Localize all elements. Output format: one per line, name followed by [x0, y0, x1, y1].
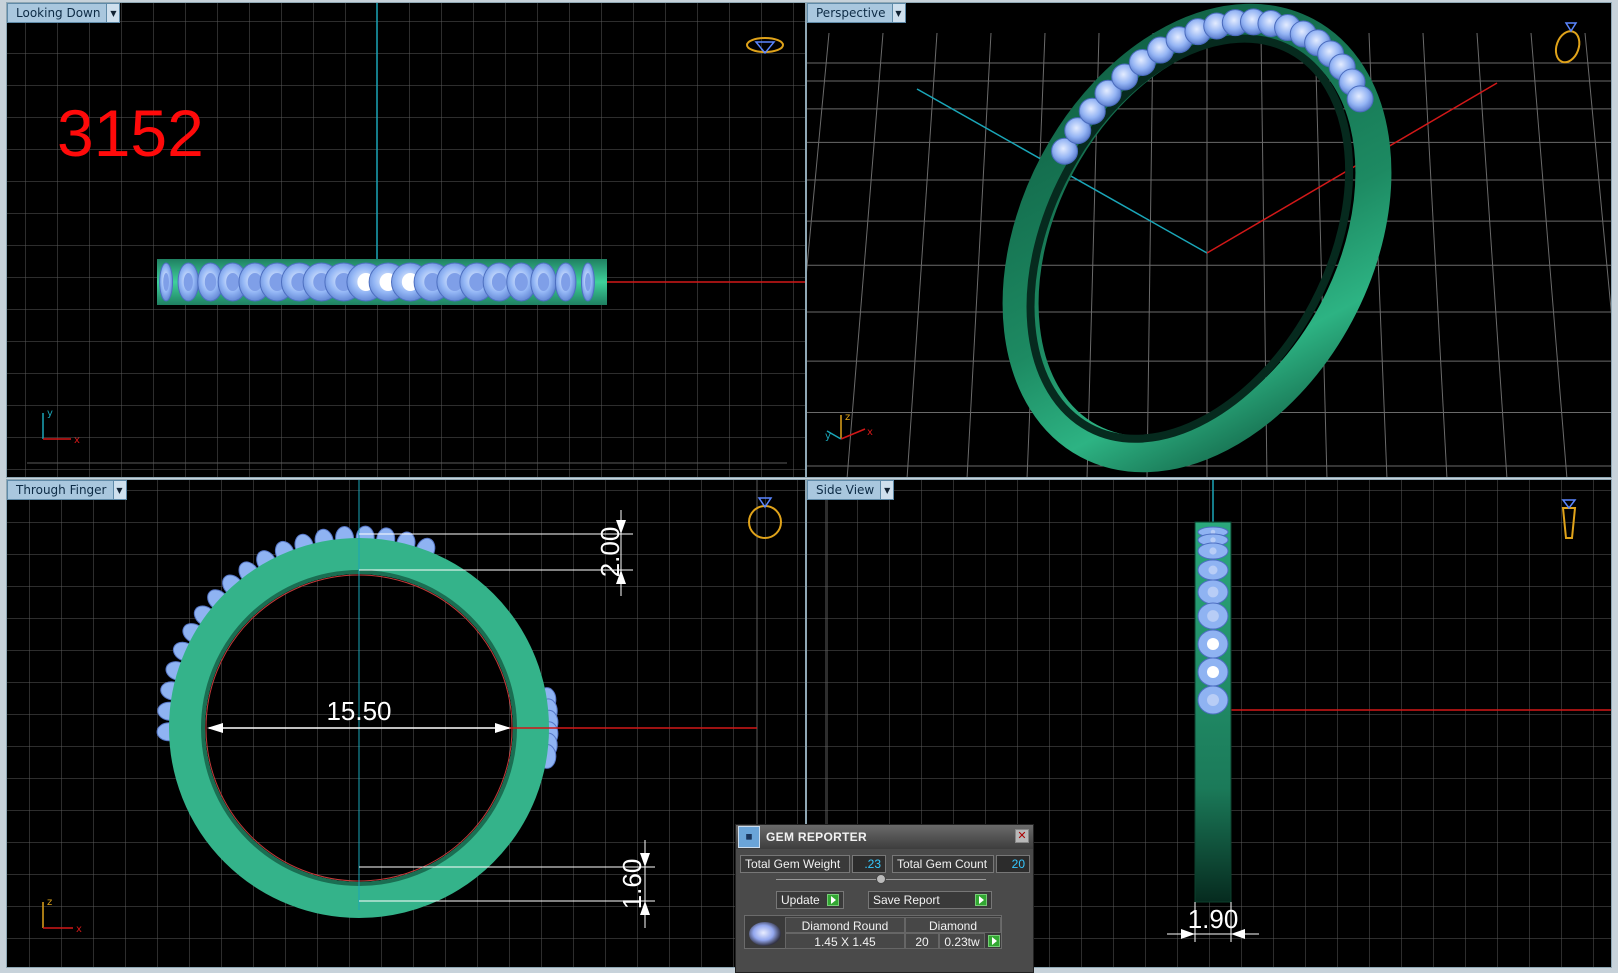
gem-table-facet	[1207, 666, 1219, 678]
gem-reporter-titlebar[interactable]: ▦ GEM REPORTER ✕	[736, 825, 1033, 849]
total-gem-weight-label: Total Gem Weight	[740, 855, 850, 873]
total-gem-count-value: 20	[996, 855, 1030, 873]
view-cube-icon[interactable]	[1552, 22, 1584, 66]
gem-count-cell: 20	[905, 933, 939, 949]
axis-label-x: x	[74, 435, 80, 446]
chevron-down-icon[interactable]: ▼	[106, 4, 120, 22]
diamond-round-icon	[749, 922, 781, 946]
viewport-through-finger[interactable]: Through Finger ▼ 15.50 2.00 1.60 z x	[6, 479, 806, 968]
gem-table-facet	[1207, 638, 1219, 650]
gem-table-facet	[163, 273, 170, 291]
perspective-canvas[interactable]: z x y	[807, 3, 1612, 478]
gem-weight-cell: 0.23tw	[939, 933, 985, 949]
looking-down-canvas[interactable]: y x	[7, 3, 806, 478]
viewport-menu-looking-down[interactable]: Looking Down ▼	[7, 3, 121, 23]
total-gem-weight-value: .23	[852, 855, 886, 873]
gem-table-facet	[1210, 537, 1216, 543]
gem-table-facet	[561, 273, 571, 291]
axis-label-y: y	[47, 408, 53, 419]
viewport-label: Looking Down	[16, 6, 101, 20]
viewport-menu-side-view[interactable]: Side View ▼	[807, 480, 895, 500]
save-report-button-label: Save Report	[873, 893, 940, 907]
play-icon	[975, 894, 987, 906]
gem-material-cell: Diamond	[905, 917, 1001, 933]
gem-table-facet	[226, 273, 240, 291]
gem-size-cell: 1.45 X 1.45	[785, 933, 905, 949]
axis-label-z: z	[845, 412, 850, 423]
perspective-grid	[807, 32, 1611, 477]
through-finger-canvas[interactable]: 15.50 2.00 1.60 z x	[7, 480, 806, 968]
axis-label-z: z	[47, 897, 52, 908]
gem-reporter-panel[interactable]: ▦ GEM REPORTER ✕ Total Gem Weight .23 To…	[735, 824, 1034, 973]
gem-table[interactable]: Diamond Round Diamond 1.45 X 1.45 20 0.2…	[744, 915, 1002, 949]
gem-table-facet	[1209, 547, 1217, 555]
gem-shape-cell: Diamond Round	[785, 917, 905, 933]
part-number: 3152	[57, 96, 204, 170]
close-icon[interactable]: ✕	[1015, 829, 1029, 843]
gem-reporter-icon: ▦	[738, 826, 760, 848]
gem-row	[159, 262, 595, 302]
gem-table-facet	[1208, 565, 1218, 575]
viewport-perspective[interactable]: Perspective ▼ z x y	[806, 2, 1612, 478]
viewport-label: Side View	[816, 483, 875, 497]
viewport-looking-down[interactable]: Looking Down ▼ 3152 y x	[6, 2, 806, 478]
dim-bottom-thickness: 1.60	[617, 859, 647, 910]
total-gem-count-label: Total Gem Count	[892, 855, 994, 873]
viewport-menu-perspective[interactable]: Perspective ▼	[807, 3, 906, 23]
axis-label-x: x	[867, 427, 873, 438]
gem-table-facet	[1207, 586, 1219, 598]
dim-top-thickness: 2.00	[595, 527, 625, 578]
gem-table-facet	[537, 273, 550, 291]
dim-inner-diameter: 15.50	[326, 696, 391, 726]
viewport-label: Perspective	[816, 6, 886, 20]
gem-table-facet	[514, 273, 528, 291]
save-report-button[interactable]: Save Report	[868, 891, 992, 909]
gem-table-facet	[1207, 610, 1219, 622]
gem-table-facet	[1207, 694, 1219, 706]
axis-label-x: x	[76, 924, 82, 935]
chevron-down-icon[interactable]: ▼	[880, 481, 894, 499]
gem-reporter-title: GEM REPORTER	[766, 830, 867, 844]
viewport-menu-through-finger[interactable]: Through Finger ▼	[7, 480, 127, 500]
axis-label-y: y	[825, 431, 831, 442]
panel-splitter-handle[interactable]	[876, 874, 886, 884]
gem-table-facet	[491, 273, 507, 291]
play-icon[interactable]	[988, 935, 1000, 947]
gem-table-facet	[204, 273, 217, 291]
update-button-label: Update	[781, 893, 820, 907]
chevron-down-icon[interactable]: ▼	[891, 4, 905, 22]
gem-table-facet	[183, 273, 193, 291]
gem-table-facet	[469, 273, 485, 291]
update-button[interactable]: Update	[776, 891, 844, 909]
play-icon	[827, 894, 839, 906]
viewport-label: Through Finger	[16, 483, 107, 497]
dim-side-width: 1.90	[1188, 904, 1239, 934]
chevron-down-icon[interactable]: ▼	[112, 481, 126, 499]
gem-table-facet	[584, 273, 591, 291]
gem	[1346, 85, 1374, 113]
